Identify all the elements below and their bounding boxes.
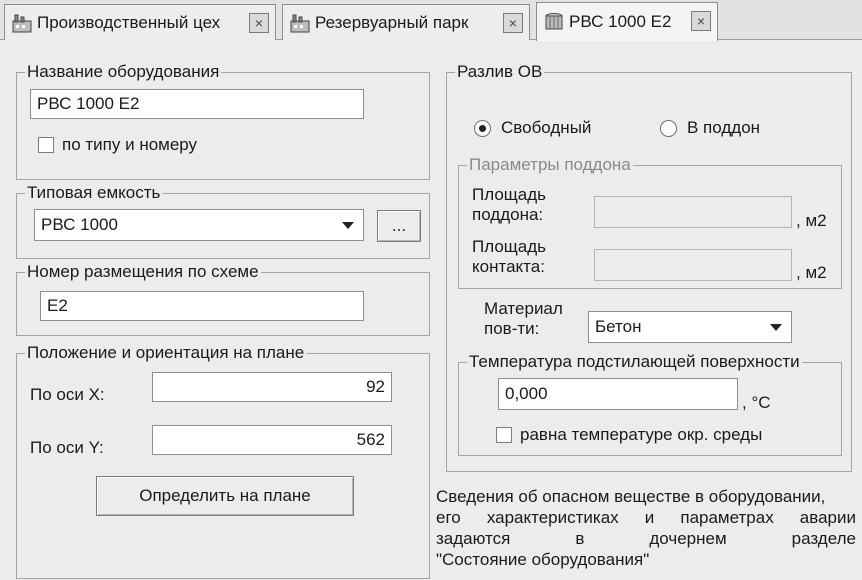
free-spill-radio[interactable] xyxy=(474,120,491,137)
radio-selected-dot xyxy=(479,125,486,132)
temperature-input[interactable]: 0,000 xyxy=(498,378,738,410)
group-title: Параметры поддона xyxy=(467,155,633,175)
material-label: пов-ти: xyxy=(484,319,540,338)
tray-area-label: Площадь xyxy=(472,185,547,204)
dropdown-button[interactable] xyxy=(762,313,790,341)
tab-rvs-1000-e2[interactable]: РВС 1000 Е2 × xyxy=(536,2,718,41)
info-line: задаются в дочернем разделе xyxy=(436,529,856,548)
ambient-temperature-checkbox[interactable] xyxy=(496,427,512,443)
y-axis-label: По оси Y: xyxy=(30,438,104,457)
tab-label: Резервуарный парк xyxy=(315,12,469,32)
x-axis-input[interactable]: 92 xyxy=(152,372,392,402)
material-selected: Бетон xyxy=(595,317,642,336)
chevron-down-icon xyxy=(770,323,782,331)
tank-icon xyxy=(545,13,563,30)
free-spill-label: Свободный xyxy=(501,118,592,137)
typical-tank-selected: РВС 1000 xyxy=(41,215,118,234)
ambient-temperature-label: равна температуре окр. среды xyxy=(520,425,763,444)
y-axis-input[interactable]: 562 xyxy=(152,425,392,455)
chevron-down-icon xyxy=(342,221,354,229)
tab-label: РВС 1000 Е2 xyxy=(569,12,672,31)
dropdown-button[interactable] xyxy=(334,211,362,239)
by-type-checkbox[interactable] xyxy=(38,137,54,153)
material-select[interactable]: Бетон xyxy=(588,311,792,343)
contact-area-label: Площадь xyxy=(472,237,547,256)
group-title: Номер размещения по схеме xyxy=(25,262,261,282)
group-title: Типовая емкость xyxy=(25,183,163,203)
x-axis-label: По оси X: xyxy=(30,385,105,404)
temperature-unit: , °С xyxy=(742,393,771,412)
equipment-name-input[interactable]: РВС 1000 Е2 xyxy=(30,89,364,119)
contact-area-input[interactable] xyxy=(594,249,792,281)
close-icon[interactable]: × xyxy=(503,13,523,33)
browse-button[interactable]: ... xyxy=(377,210,421,242)
factory-icon xyxy=(12,14,32,32)
contact-area-label: контакта: xyxy=(472,257,545,276)
tab-production-shop[interactable]: Производственный цех × xyxy=(4,4,276,40)
close-icon[interactable]: × xyxy=(691,11,711,31)
factory-icon xyxy=(290,14,310,32)
group-title: Положение и ориентация на плане xyxy=(25,343,307,363)
tray-area-unit: , м2 xyxy=(796,211,827,230)
tray-area-input[interactable] xyxy=(594,196,792,228)
group-title: Температура подстилающей поверхности xyxy=(467,352,802,372)
tab-tank-farm[interactable]: Резервуарный парк × xyxy=(282,4,530,40)
locate-on-plan-button[interactable]: Определить на плане xyxy=(96,476,354,516)
close-icon[interactable]: × xyxy=(249,13,269,33)
placement-number-input[interactable]: Е2 xyxy=(40,291,364,321)
info-line: его характеристиках и параметрах аварии xyxy=(436,508,856,527)
tray-area-label: поддона: xyxy=(472,205,544,224)
typical-tank-select[interactable]: РВС 1000 xyxy=(34,209,364,241)
tab-strip: Производственный цех × Резервуарный парк… xyxy=(0,0,862,41)
tab-label: Производственный цех xyxy=(37,12,221,32)
info-line: Сведения об опасном веществе в оборудова… xyxy=(436,487,826,506)
info-line: "Состояние оборудования" xyxy=(436,550,650,569)
group-title: Название оборудования xyxy=(25,62,222,82)
tray-spill-label: В поддон xyxy=(687,118,761,137)
contact-area-unit: , м2 xyxy=(796,263,827,282)
group-title: Разлив ОВ xyxy=(455,62,545,82)
tray-spill-radio[interactable] xyxy=(660,120,677,137)
info-note: Сведения об опасном веществе в оборудова… xyxy=(436,486,856,570)
material-label: Материал xyxy=(484,299,563,318)
by-type-checkbox-label: по типу и номеру xyxy=(62,135,198,154)
